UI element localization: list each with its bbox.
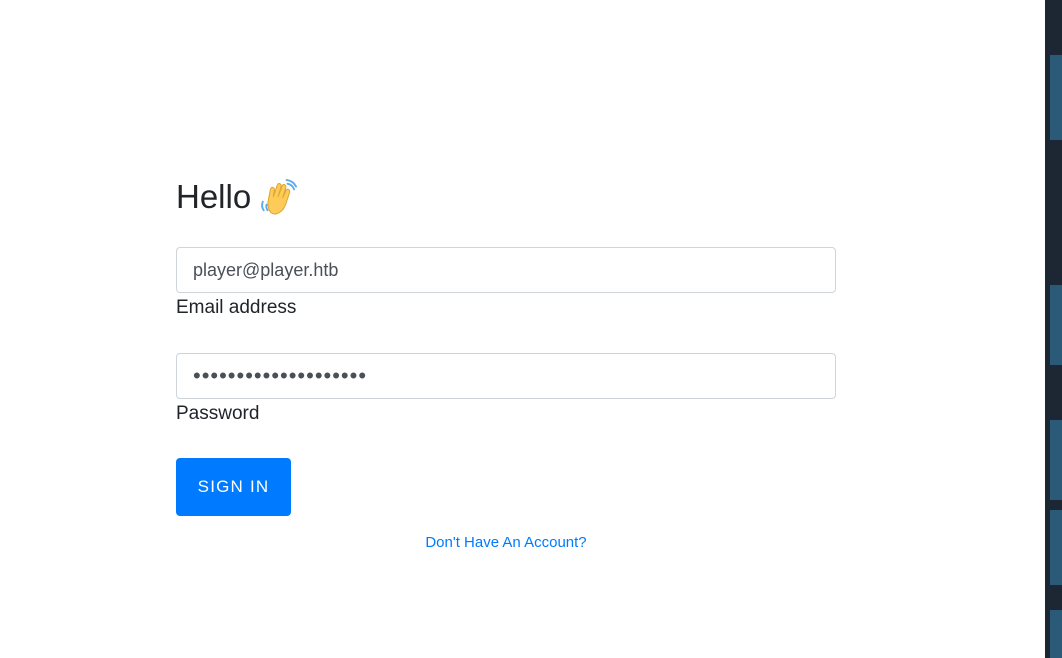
background-block [1050, 55, 1062, 140]
background-block [1050, 510, 1062, 585]
password-label: Password [176, 403, 260, 424]
sign-in-button[interactable]: SIGN IN [176, 458, 291, 516]
background-window-edge [1045, 0, 1062, 658]
login-page: Hello Email address Password SIGN IN Don… [0, 0, 1062, 658]
register-link[interactable]: Don't Have An Account? [176, 534, 836, 551]
greeting-text: Hello [176, 178, 252, 215]
greeting-heading: Hello [176, 176, 836, 218]
background-block [1050, 285, 1062, 365]
background-block [1050, 420, 1062, 500]
email-input[interactable] [176, 247, 836, 293]
login-form: Hello Email address Password SIGN IN Don… [176, 176, 836, 551]
background-block [1050, 610, 1062, 658]
waving-hand-icon [261, 178, 298, 215]
password-input[interactable] [176, 353, 836, 399]
email-label: Email address [176, 297, 297, 318]
